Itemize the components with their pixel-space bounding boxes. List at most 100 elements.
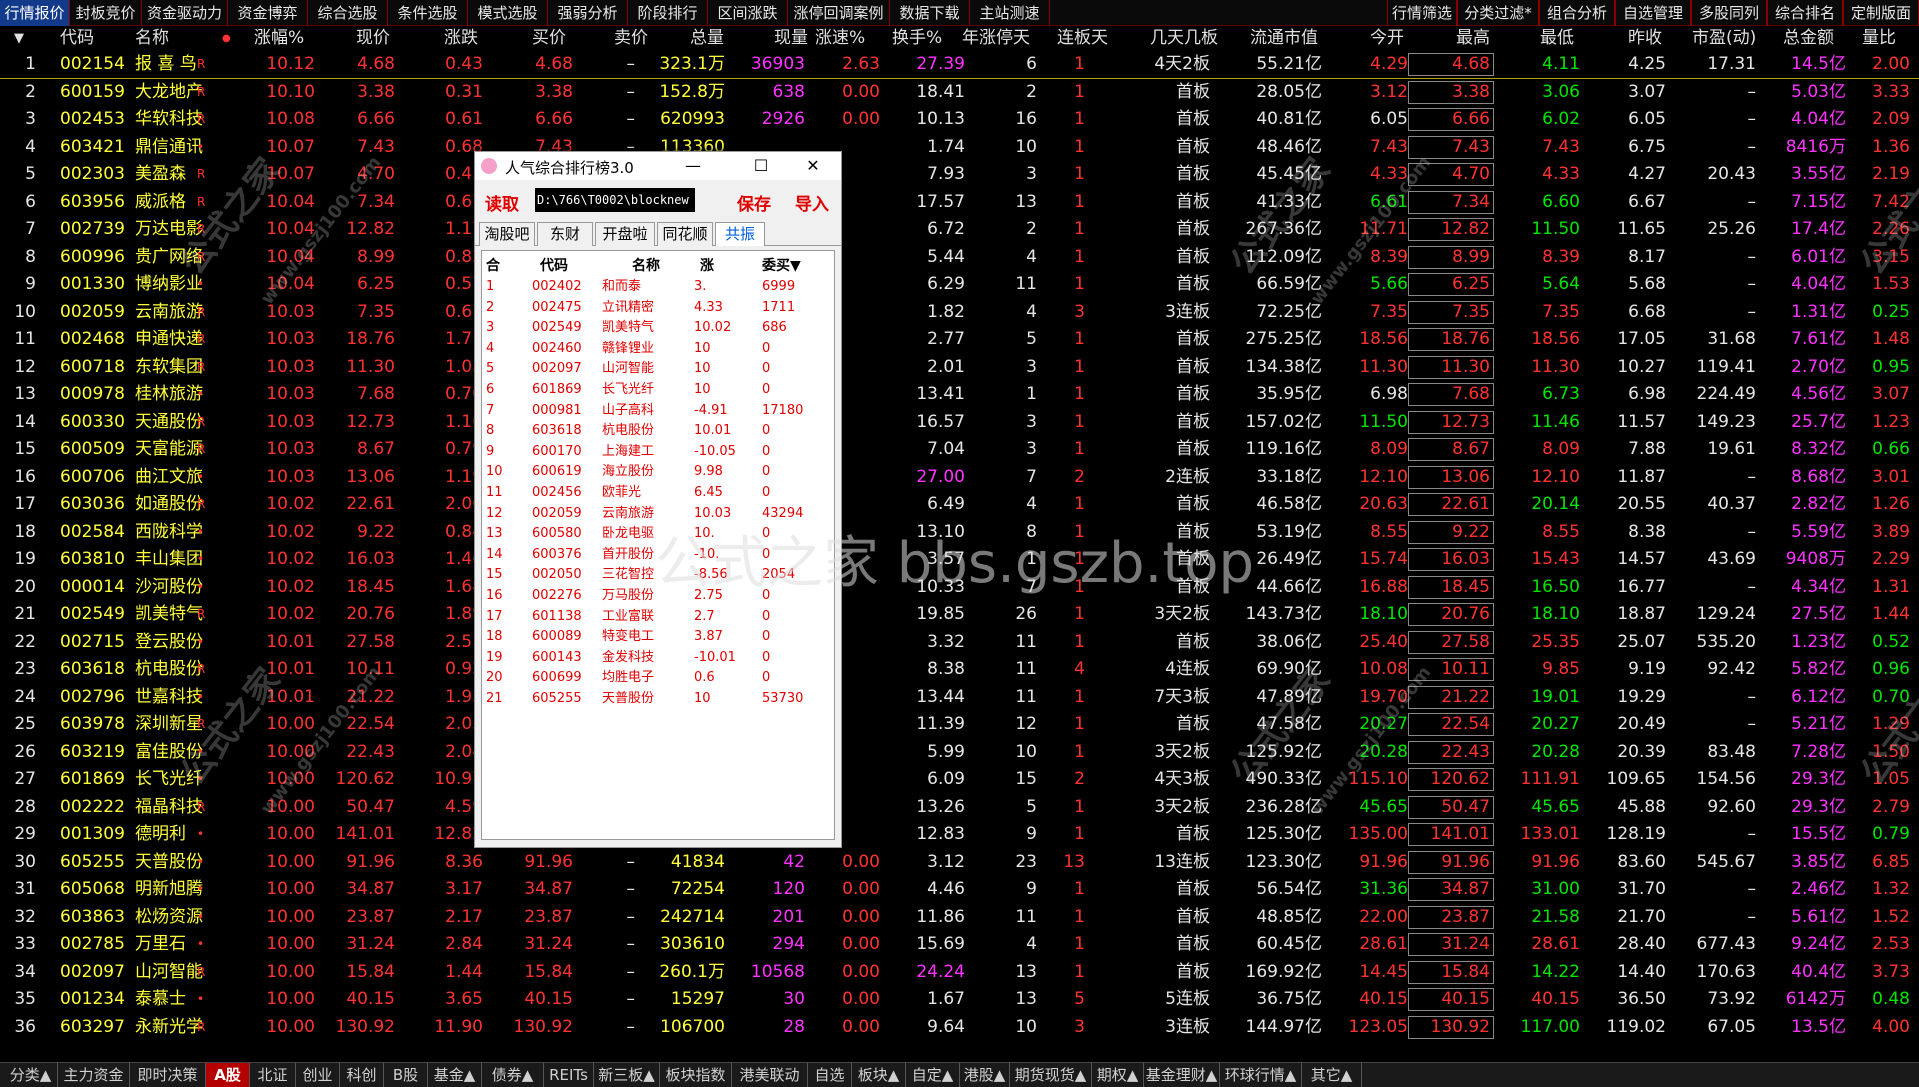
save-button[interactable]: 保存 bbox=[737, 190, 771, 215]
table-row[interactable]: 12 600718 东软集团 10.03 11.30 1.03 2.01 3 1 首板 134.38… bbox=[0, 354, 1919, 382]
col-ask[interactable]: 卖价 bbox=[614, 26, 648, 51]
col-low[interactable]: 最低 bbox=[1540, 26, 1574, 51]
bottom-tab[interactable]: 创业 bbox=[296, 1063, 340, 1087]
ranking-row[interactable]: 3 002549 凯美特气 10.02 686 bbox=[482, 318, 834, 338]
bottom-tab[interactable]: 环球行情▲ bbox=[1220, 1063, 1302, 1087]
top-menu-item[interactable]: 模式选股 bbox=[468, 0, 548, 26]
top-menu-item[interactable]: 行情报价 bbox=[0, 0, 70, 26]
bottom-tab[interactable]: 自选 bbox=[808, 1063, 852, 1087]
bottom-tab[interactable]: 主力资金 bbox=[58, 1063, 130, 1087]
popularity-ranking-window[interactable]: 人气综合排行榜3.0 — ☐ ✕ 读取 D:\766\T0002\blockne… bbox=[474, 151, 842, 848]
ranking-row[interactable]: 4 002460 赣锋锂业 10 0 bbox=[482, 339, 834, 359]
tab-dongcai[interactable]: 东财 bbox=[537, 222, 593, 246]
col-high[interactable]: 最高 bbox=[1456, 26, 1490, 51]
top-menu-item[interactable]: 综合选股 bbox=[308, 0, 388, 26]
table-row[interactable]: 7 002739 万达电影 10.04 12.82 1.17 6.72 2 1 首板 267.36亿… bbox=[0, 216, 1919, 244]
ranking-row[interactable]: 8 603618 杭电股份 10.01 0 bbox=[482, 421, 834, 441]
table-row[interactable]: 26 603219 富佳股份 10.00 22.43 2.04 5.99 10 1 3天2板 125… bbox=[0, 739, 1919, 767]
table-row[interactable]: 11 002468 申通快递 10.03 18.76 1.71 2.77 5 1 首板 275.25… bbox=[0, 326, 1919, 354]
import-button[interactable]: 导入 bbox=[795, 190, 829, 215]
col-price[interactable]: 现价 bbox=[356, 26, 390, 51]
table-row[interactable]: 25 603978 深圳新星 10.00 22.54 2.05 11.39 12 1 首板 47.5… bbox=[0, 711, 1919, 739]
bottom-tab[interactable]: 港美联动 bbox=[732, 1063, 808, 1087]
maximize-button[interactable]: ☐ bbox=[749, 155, 773, 177]
minimize-button[interactable]: — bbox=[681, 155, 705, 177]
top-menu-right-item[interactable]: 综合排名 bbox=[1767, 0, 1843, 26]
ranking-row[interactable]: 18 600089 特变电工 3.87 0 bbox=[482, 627, 834, 647]
window-titlebar[interactable]: 人气综合排行榜3.0 — ☐ ✕ bbox=[475, 152, 841, 180]
bottom-tab[interactable]: 自定▲ bbox=[906, 1063, 960, 1087]
bottom-tab[interactable]: 其它▲ bbox=[1302, 1063, 1362, 1087]
top-menu-item[interactable]: 主站测速 bbox=[970, 0, 1050, 26]
list-header-name[interactable]: 名称 bbox=[632, 255, 660, 275]
col-mcap[interactable]: 流通市值 bbox=[1250, 26, 1318, 51]
bottom-tab[interactable]: REITs bbox=[544, 1063, 594, 1087]
table-row[interactable]: 6 603956 威派格 10.04 7.34 0.67 17.57 13 1 首板 41.33亿 6… bbox=[0, 189, 1919, 217]
table-row[interactable]: 3 002453 华软科技 10.08 6.66 0.61 6.66–620993 2926 0… bbox=[0, 106, 1919, 134]
ranking-row[interactable]: 2 002475 立讯精密 4.33 1711 bbox=[482, 298, 834, 318]
list-header-chg[interactable]: 涨 bbox=[700, 255, 714, 275]
table-row[interactable]: 4 603421 鼎信通讯 10.07 7.43 0.68 7.43–113360 1.74 1… bbox=[0, 134, 1919, 162]
table-row[interactable]: 21 002549 凯美特气 10.02 20.76 1.89 19.85 26 1 3天2板 14… bbox=[0, 601, 1919, 629]
bottom-tab[interactable]: 新三板▲ bbox=[594, 1063, 660, 1087]
col-lb-days[interactable]: 连板天 bbox=[1057, 26, 1108, 51]
sort-arrow-icon[interactable]: ▼ bbox=[14, 26, 24, 51]
ranking-row[interactable]: 11 002456 欧菲光 6.45 0 bbox=[482, 483, 834, 503]
ranking-row[interactable]: 10 600619 海立股份 9.98 0 bbox=[482, 462, 834, 482]
ranking-row[interactable]: 17 601138 工业富联 2.7 0 bbox=[482, 607, 834, 627]
list-header-code[interactable]: 代码 bbox=[540, 255, 568, 275]
col-jtjb[interactable]: 几天几板 bbox=[1150, 26, 1218, 51]
ranking-row[interactable]: 7 000981 山子高科 -4.91 17180 bbox=[482, 401, 834, 421]
col-pct[interactable]: 涨幅% bbox=[254, 26, 304, 51]
bottom-tab[interactable]: 即时决策 bbox=[130, 1063, 206, 1087]
bottom-tab[interactable]: B股 bbox=[384, 1063, 428, 1087]
table-row[interactable]: 14 600330 天通股份 10.03 12.73 1.16 16.57 3 1 首板 157.0… bbox=[0, 409, 1919, 437]
table-row[interactable]: 35 001234 泰慕士 10.00 40.15 3.65 40.15–15297 30 0.… bbox=[0, 986, 1919, 1014]
col-open[interactable]: 今开 bbox=[1370, 26, 1404, 51]
col-amount[interactable]: 总金额 bbox=[1783, 26, 1834, 51]
col-zt-days[interactable]: 年涨停天 bbox=[962, 26, 1030, 51]
top-menu-right-item[interactable]: 组合分析 bbox=[1539, 0, 1615, 26]
table-row[interactable]: 34 002097 山河智能 10.00 15.84 1.44 15.84–260.1万 10… bbox=[0, 959, 1919, 987]
bottom-tab[interactable]: 债券▲ bbox=[482, 1063, 544, 1087]
top-menu-right-item[interactable]: 分类过滤* bbox=[1457, 0, 1539, 26]
bottom-tab[interactable]: 北证 bbox=[250, 1063, 296, 1087]
col-vol-ratio[interactable]: 量比 bbox=[1862, 26, 1896, 51]
bottom-tab[interactable]: 基金▲ bbox=[428, 1063, 482, 1087]
close-button[interactable]: ✕ bbox=[801, 155, 825, 177]
bottom-tab[interactable]: 基金理财▲ bbox=[1144, 1063, 1220, 1087]
bottom-tab[interactable]: A股 bbox=[206, 1063, 250, 1087]
ranking-row[interactable]: 9 600170 上海建工 -10.05 0 bbox=[482, 442, 834, 462]
top-menu-item[interactable]: 涨停回调案例 bbox=[788, 0, 890, 26]
table-row[interactable]: 33 002785 万里石 10.00 31.24 2.84 31.24–303610 294… bbox=[0, 931, 1919, 959]
col-speed[interactable]: 涨速% bbox=[815, 26, 865, 51]
top-menu-item[interactable]: 区间涨跌 bbox=[708, 0, 788, 26]
ranking-row[interactable]: 19 600143 金发科技 -10.01 0 bbox=[482, 648, 834, 668]
top-menu-right-item[interactable]: 定制版面 bbox=[1843, 0, 1919, 26]
table-row[interactable]: 10 002059 云南旅游 10.03 7.35 0.67 1.82 4 3 3连板 72.25亿… bbox=[0, 299, 1919, 327]
read-button[interactable]: 读取 bbox=[485, 190, 519, 215]
path-field[interactable]: D:\766\T0002\blocknew bbox=[535, 188, 695, 212]
list-header-rank[interactable]: 合 bbox=[486, 255, 500, 275]
bottom-tab[interactable]: 板块▲ bbox=[852, 1063, 906, 1087]
bottom-tab[interactable]: 期权▲ bbox=[1092, 1063, 1144, 1087]
table-row[interactable]: 17 603036 如通股份 10.02 22.61 2.06 6.49 4 1 首板 46.58亿… bbox=[0, 491, 1919, 519]
col-code[interactable]: 代码 bbox=[60, 26, 94, 51]
tab-gongzhen[interactable]: 共振 bbox=[715, 222, 765, 246]
list-header-bid[interactable]: 委买▼ bbox=[762, 255, 801, 275]
col-turnover[interactable]: 换手% bbox=[892, 26, 942, 51]
col-chg[interactable]: 涨跌 bbox=[444, 26, 478, 51]
ranking-row[interactable]: 6 601869 长飞光纤 10 0 bbox=[482, 380, 834, 400]
table-row[interactable]: 15 600509 天富能源 10.03 8.67 0.79 7.04 3 1 首板 119.16亿… bbox=[0, 436, 1919, 464]
table-row[interactable]: 32 603863 松炀资源 10.00 23.87 2.17 23.87–242714 20… bbox=[0, 904, 1919, 932]
ranking-row[interactable]: 5 002097 山河智能 10 0 bbox=[482, 359, 834, 379]
ranking-row[interactable]: 21 605255 天普股份 10 53730 bbox=[482, 689, 834, 709]
top-menu-item[interactable]: 资金博弈 bbox=[228, 0, 308, 26]
table-row[interactable]: 36 603297 永新光学 10.00 130.92 11.90 130.92–10670… bbox=[0, 1014, 1919, 1042]
table-row[interactable]: 16 600706 曲江文旅 10.03 13.06 1.19 27.00 7 2 2连板 33.1… bbox=[0, 464, 1919, 492]
col-cur-volume[interactable]: 现量 bbox=[774, 26, 808, 51]
col-volume[interactable]: 总量 bbox=[690, 26, 724, 51]
bottom-tab[interactable]: 板块指数 bbox=[660, 1063, 732, 1087]
top-menu-item[interactable]: 封板竞价 bbox=[70, 0, 142, 26]
col-pe[interactable]: 市盈(动) bbox=[1692, 26, 1756, 51]
